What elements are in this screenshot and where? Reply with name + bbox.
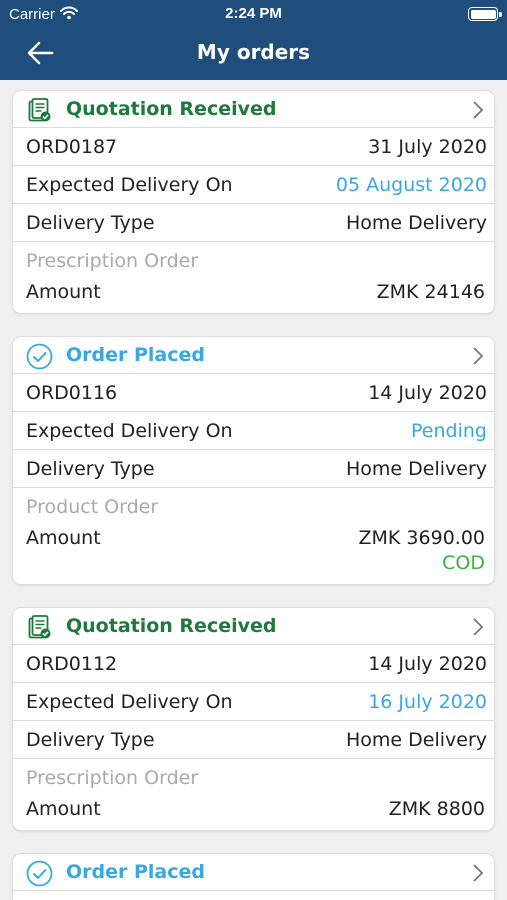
order-type: Prescription Order [26, 767, 199, 789]
delivery-type-label: Delivery Type [26, 729, 155, 751]
check-circle-icon [26, 343, 53, 370]
order-status-header[interactable]: Order Placed [13, 337, 494, 374]
delivery-type-row: Delivery Type Home Delivery [13, 721, 494, 759]
quotation-document-icon [28, 615, 51, 639]
expected-delivery-label: Expected Delivery On [26, 174, 233, 196]
order-status-label: Order Placed [66, 861, 206, 883]
app-header: Carrier 2:24 PM My orders [0, 0, 507, 80]
expected-delivery-value: Pending [411, 420, 487, 442]
order-card[interactable]: Quotation Received ORD0187 31 July 2020 … [12, 90, 495, 314]
amount-label: Amount [26, 527, 101, 549]
order-type: Product Order [26, 496, 159, 518]
navigation-bar: My orders [0, 28, 507, 80]
delivery-type-row: Delivery Type Home Delivery [13, 450, 494, 488]
order-card[interactable]: Order Placed ORD0116 14 July 2020 Expect… [12, 336, 495, 585]
order-date: 31 July 2020 [368, 136, 487, 158]
amount-label: Amount [26, 798, 101, 820]
order-card[interactable]: Order Placed [12, 853, 495, 900]
order-id: ORD0116 [26, 382, 118, 404]
delivery-type-value: Home Delivery [345, 212, 487, 234]
payment-method: COD [442, 552, 485, 574]
delivery-type-row: Delivery Type Home Delivery [13, 204, 494, 242]
order-status-header[interactable]: Quotation Received [13, 608, 494, 645]
delivery-type-label: Delivery Type [26, 212, 155, 234]
delivery-type-value: Home Delivery [345, 458, 487, 480]
expected-delivery-row: Expected Delivery On Pending [13, 412, 494, 450]
quotation-document-icon [28, 98, 51, 122]
order-id: ORD0112 [26, 653, 118, 675]
expected-delivery-row: Expected Delivery On 16 July 2020 [13, 683, 494, 721]
amount-label: Amount [26, 281, 101, 303]
order-date: 14 July 2020 [368, 653, 487, 675]
status-time: 2:24 PM [225, 5, 282, 22]
amount-value: ZMK 8800 [388, 798, 485, 820]
order-date: 14 July 2020 [368, 382, 487, 404]
order-status-header[interactable]: Order Placed [13, 854, 494, 891]
amount-value: ZMK 24146 [376, 281, 485, 303]
delivery-type-label: Delivery Type [26, 458, 155, 480]
delivery-type-value: Home Delivery [345, 729, 487, 751]
expected-delivery-row: Expected Delivery On 05 August 2020 [13, 166, 494, 204]
expected-delivery-value: 05 August 2020 [335, 174, 487, 196]
chevron-right-icon[interactable] [472, 346, 484, 366]
chevron-right-icon[interactable] [472, 100, 484, 120]
check-circle-icon [26, 860, 53, 887]
expected-delivery-value: 16 July 2020 [368, 691, 487, 713]
order-status-label: Quotation Received [66, 98, 277, 120]
status-bar: Carrier 2:24 PM [0, 0, 507, 28]
order-card[interactable]: Quotation Received ORD0112 14 July 2020 … [12, 607, 495, 831]
order-status-header[interactable]: Quotation Received [13, 91, 494, 128]
order-status-label: Quotation Received [66, 615, 277, 637]
order-id: ORD0187 [26, 136, 118, 158]
chevron-right-icon[interactable] [472, 617, 484, 637]
order-type: Prescription Order [26, 250, 199, 272]
expected-delivery-label: Expected Delivery On [26, 420, 233, 442]
order-id-row: ORD0112 14 July 2020 [13, 645, 494, 683]
order-status-label: Order Placed [66, 344, 206, 366]
order-id-row: ORD0116 14 July 2020 [13, 374, 494, 412]
battery-icon [468, 7, 502, 21]
order-id-row: ORD0187 31 July 2020 [13, 128, 494, 166]
page-title: My orders [196, 40, 311, 64]
chevron-right-icon[interactable] [472, 863, 484, 883]
amount-value: ZMK 3690.00 [358, 527, 485, 549]
expected-delivery-label: Expected Delivery On [26, 691, 233, 713]
